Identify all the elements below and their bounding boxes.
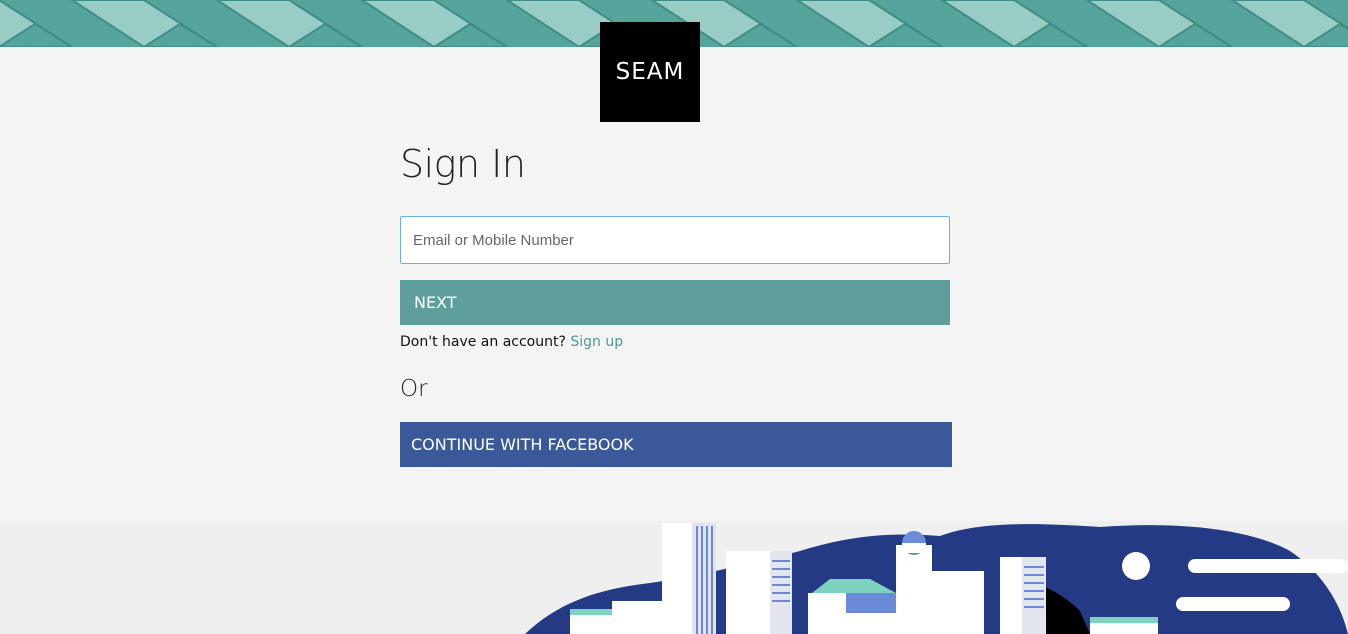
city-skyline-illustration: [525, 523, 1348, 634]
next-button[interactable]: NEXT: [400, 280, 950, 325]
no-account-text: Don't have an account?: [400, 334, 566, 350]
email-input[interactable]: [400, 216, 950, 264]
logo-text: SEAM: [615, 59, 685, 85]
signup-link[interactable]: Sign up: [570, 334, 623, 350]
or-separator: Or: [400, 376, 428, 402]
signup-prompt: Don't have an account? Sign up: [400, 334, 623, 350]
facebook-button[interactable]: CONTINUE WITH FACEBOOK: [400, 422, 952, 467]
city-illustration: [0, 521, 1348, 634]
seam-logo[interactable]: SEAM: [600, 22, 700, 122]
page-title: Sign In: [400, 142, 526, 186]
